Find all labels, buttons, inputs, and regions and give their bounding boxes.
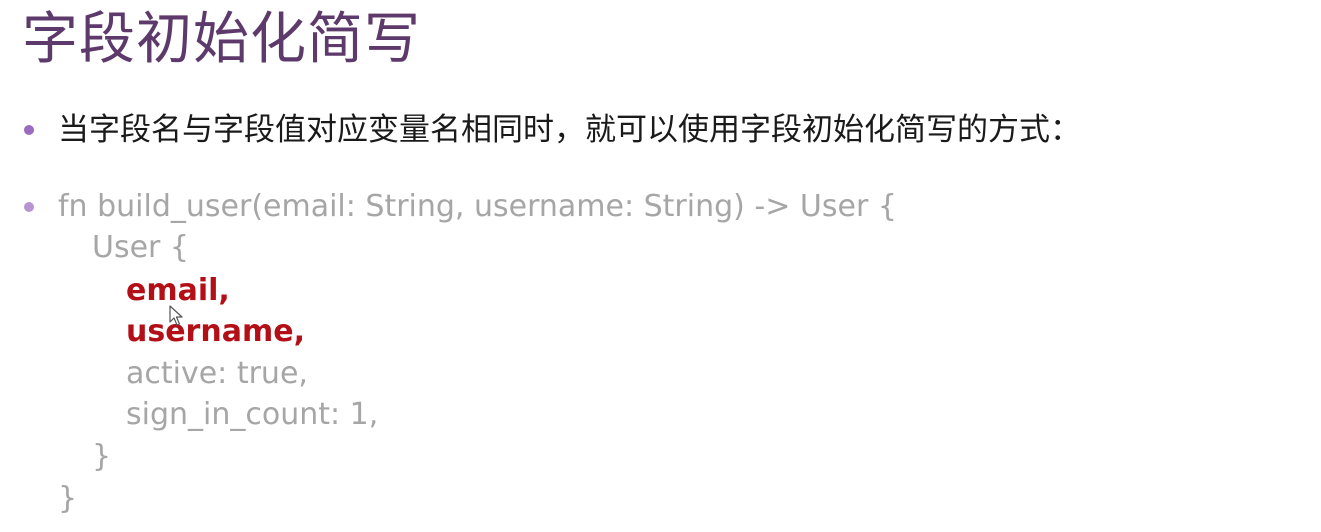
code-line: }	[92, 439, 112, 474]
code-line: }	[58, 481, 78, 516]
bullet-dot	[24, 125, 34, 135]
mouse-cursor-icon	[169, 305, 183, 326]
code-line: active: true,	[126, 356, 308, 391]
code-line: User {	[92, 230, 190, 265]
slide: 字段初始化简写 当字段名与字段值对应变量名相同时，就可以使用字段初始化简写的方式…	[0, 0, 1321, 532]
bullet-text: 当字段名与字段值对应变量名相同时，就可以使用字段初始化简写的方式：	[58, 112, 1081, 148]
code-line: sign_in_count: 1,	[126, 397, 379, 432]
bullet-dot	[24, 202, 34, 212]
code-line-highlight: username,	[126, 314, 305, 349]
slide-title: 字段初始化简写	[22, 7, 421, 72]
code-line: fn build_user(email: String, username: S…	[58, 189, 897, 224]
